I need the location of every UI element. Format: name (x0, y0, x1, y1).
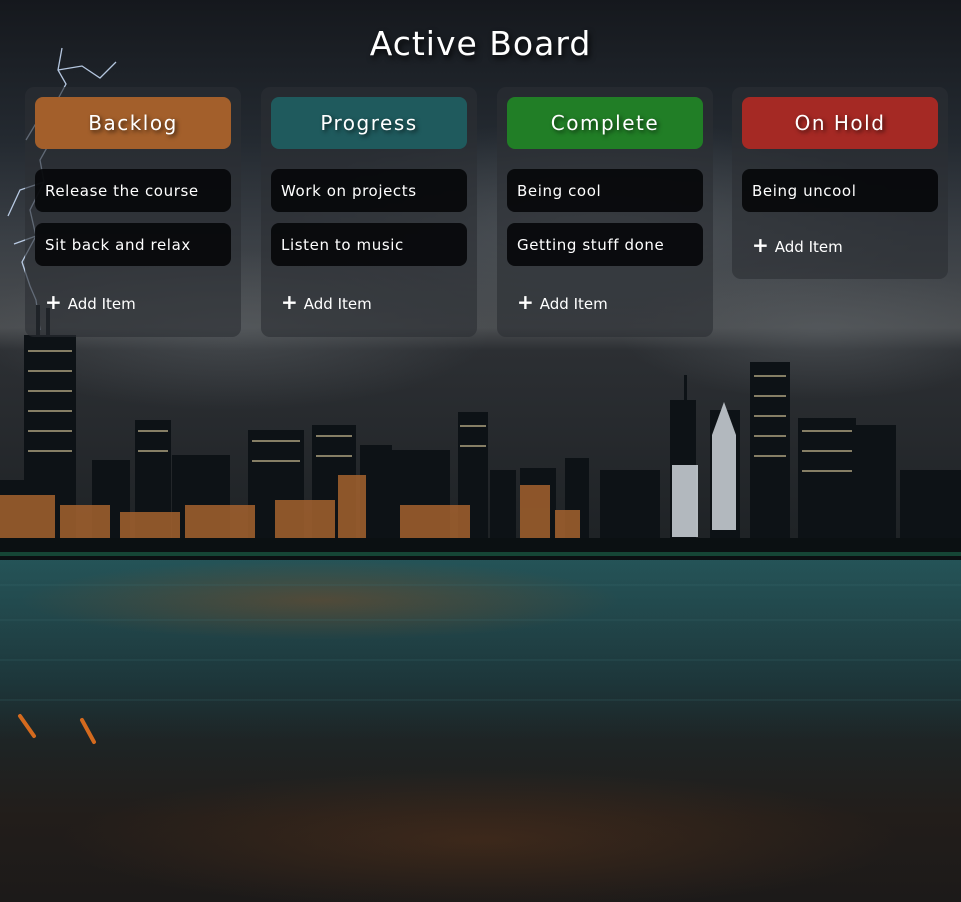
column-header-complete[interactable]: Complete (507, 97, 703, 149)
column-header-progress[interactable]: Progress (271, 97, 467, 149)
column-header-backlog[interactable]: Backlog (35, 97, 231, 149)
column-items-complete: Being cool Getting stuff done (507, 169, 703, 266)
add-item-label: Add Item (303, 295, 372, 313)
board-title: Active Board (369, 24, 592, 63)
add-item-label: Add Item (774, 238, 843, 256)
column-progress: Progress Work on projects Listen to musi… (261, 87, 477, 337)
plus-icon: + (752, 233, 769, 257)
list-item[interactable]: Getting stuff done (507, 223, 703, 266)
add-item-button[interactable]: + Add Item (752, 233, 938, 257)
list-item[interactable]: Sit back and relax (35, 223, 231, 266)
column-items-on-hold: Being uncool (742, 169, 938, 212)
add-item-button[interactable]: + Add Item (517, 290, 703, 314)
column-on-hold: On Hold Being uncool + Add Item (732, 87, 948, 279)
add-item-label: Add Item (67, 295, 136, 313)
list-item[interactable]: Listen to music (271, 223, 467, 266)
column-backlog: Backlog Release the course Sit back and … (25, 87, 241, 337)
add-item-button[interactable]: + Add Item (281, 290, 467, 314)
add-item-button[interactable]: + Add Item (45, 290, 231, 314)
plus-icon: + (281, 290, 298, 314)
board-columns: Backlog Release the course Sit back and … (25, 87, 948, 347)
column-items-backlog: Release the course Sit back and relax (35, 169, 231, 266)
list-item[interactable]: Work on projects (271, 169, 467, 212)
plus-icon: + (517, 290, 534, 314)
column-complete: Complete Being cool Getting stuff done +… (497, 87, 713, 337)
plus-icon: + (45, 290, 62, 314)
list-item[interactable]: Being cool (507, 169, 703, 212)
add-item-label: Add Item (539, 295, 608, 313)
column-header-on-hold[interactable]: On Hold (742, 97, 938, 149)
column-items-progress: Work on projects Listen to music (271, 169, 467, 266)
list-item[interactable]: Being uncool (742, 169, 938, 212)
list-item[interactable]: Release the course (35, 169, 231, 212)
